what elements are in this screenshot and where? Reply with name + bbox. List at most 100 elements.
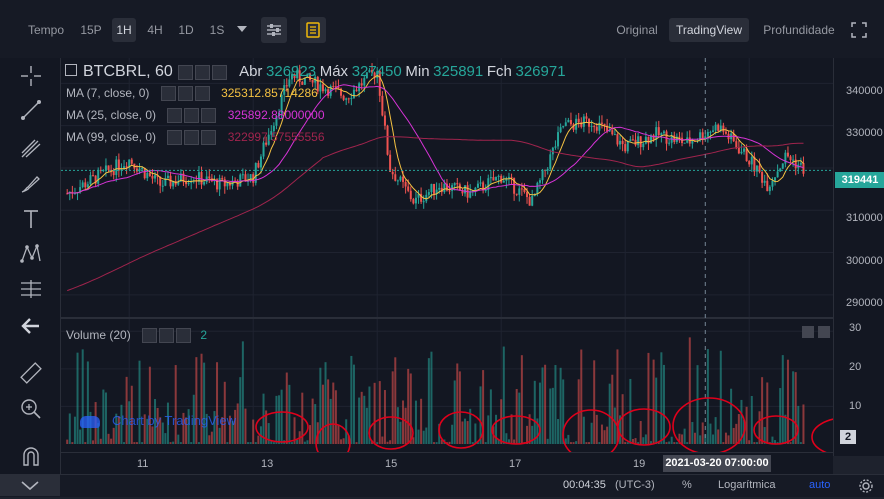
gear-icon[interactable] bbox=[858, 478, 874, 494]
close-icon[interactable] bbox=[194, 86, 210, 102]
annotation-circle bbox=[438, 411, 484, 449]
volume-bar bbox=[585, 442, 588, 444]
eye-icon[interactable] bbox=[167, 130, 183, 146]
pattern-icon[interactable] bbox=[18, 241, 44, 267]
collapse-icon[interactable] bbox=[65, 64, 77, 76]
price-axis[interactable]: 340000 330000 310000 300000 290000 31944… bbox=[833, 58, 884, 456]
eye-icon[interactable] bbox=[167, 108, 183, 124]
candle-body bbox=[430, 183, 433, 193]
candle-body bbox=[500, 175, 503, 183]
indicator-settings-button[interactable] bbox=[261, 17, 287, 43]
price-tick: 330000 bbox=[846, 127, 883, 139]
settings-icon[interactable] bbox=[184, 108, 200, 124]
timezone[interactable]: (UTC-3) bbox=[615, 479, 655, 491]
magnet-icon[interactable] bbox=[18, 443, 44, 469]
volume-bar bbox=[257, 435, 260, 444]
close-icon[interactable] bbox=[212, 65, 228, 81]
pitchfork-icon[interactable] bbox=[18, 135, 44, 161]
candle-body bbox=[112, 170, 115, 176]
view-tradingview[interactable]: TradingView bbox=[669, 18, 749, 42]
prediction-icon[interactable] bbox=[18, 276, 44, 302]
trend-line-icon[interactable] bbox=[18, 97, 44, 123]
interval-1d[interactable]: 1D bbox=[174, 18, 198, 42]
interval-4h[interactable]: 4H bbox=[143, 18, 167, 42]
watermark[interactable]: Chart by TradingView bbox=[80, 413, 236, 428]
ruler-icon[interactable] bbox=[18, 360, 44, 386]
zoom-in-icon[interactable] bbox=[18, 396, 44, 422]
arrow-left-icon[interactable] bbox=[18, 313, 44, 339]
volume-bar bbox=[451, 424, 454, 444]
volume-bar bbox=[642, 437, 645, 444]
candle-body bbox=[626, 141, 629, 152]
candle-body bbox=[383, 115, 386, 126]
chevron-down-icon[interactable] bbox=[237, 26, 247, 32]
auto-toggle[interactable]: auto bbox=[809, 479, 830, 491]
interval-tempo[interactable]: Tempo bbox=[22, 18, 70, 42]
interval-15p[interactable]: 15P bbox=[78, 18, 104, 42]
crosshair-icon[interactable] bbox=[18, 63, 44, 89]
pane-up-icon[interactable] bbox=[802, 326, 814, 338]
eye-icon[interactable] bbox=[142, 328, 158, 344]
candle-body bbox=[745, 148, 748, 162]
volume-bar bbox=[391, 371, 394, 444]
log-toggle[interactable]: Logarítmica bbox=[718, 479, 775, 491]
volume-bar bbox=[544, 364, 547, 444]
close-icon[interactable] bbox=[201, 108, 217, 124]
candle-body bbox=[717, 124, 720, 131]
volume-bar bbox=[112, 427, 115, 444]
volume-bar bbox=[567, 434, 570, 444]
volume-bar bbox=[404, 407, 407, 444]
settings-icon[interactable] bbox=[195, 65, 211, 81]
candle-body bbox=[735, 141, 738, 148]
view-original[interactable]: Original bbox=[610, 18, 664, 42]
candle-body bbox=[130, 159, 133, 164]
pane-maximize-icon[interactable] bbox=[818, 326, 830, 338]
percent-toggle[interactable]: % bbox=[682, 479, 692, 491]
volume-bar bbox=[92, 440, 95, 444]
notes-button[interactable] bbox=[300, 17, 326, 43]
interval-1h[interactable]: 1H bbox=[112, 18, 136, 42]
volume-bar bbox=[68, 413, 71, 444]
candle-body bbox=[660, 133, 663, 136]
eye-icon[interactable] bbox=[160, 86, 176, 102]
volume-bar bbox=[311, 398, 314, 444]
volume-bar bbox=[458, 371, 461, 444]
ma25-value: 325892.88000000 bbox=[227, 108, 325, 122]
candle-body bbox=[221, 178, 224, 180]
settings-icon[interactable] bbox=[177, 86, 193, 102]
settings-icon[interactable] bbox=[184, 130, 200, 146]
candle-body bbox=[386, 125, 389, 155]
collapse-button[interactable] bbox=[0, 475, 60, 496]
volume-bar bbox=[466, 421, 469, 444]
volume-legend: Volume (20) 2 bbox=[66, 328, 207, 344]
volume-bar bbox=[125, 376, 128, 444]
candle-body bbox=[637, 136, 640, 146]
volume-bar bbox=[355, 442, 358, 444]
brush-icon[interactable] bbox=[18, 171, 44, 197]
ma25-legend: MA (25, close, 0) 325892.88000000 bbox=[66, 108, 325, 124]
volume-bar bbox=[141, 442, 144, 444]
volume-bar bbox=[123, 442, 126, 444]
settings-icon[interactable] bbox=[159, 328, 175, 344]
fullscreen-icon[interactable] bbox=[849, 20, 869, 40]
watermark-text: Chart by TradingView bbox=[112, 413, 237, 428]
view-depth[interactable]: Profundidade bbox=[757, 18, 841, 42]
text-tool-icon[interactable] bbox=[18, 206, 44, 232]
candle-body bbox=[443, 183, 446, 193]
volume-bar bbox=[381, 436, 384, 444]
close-icon[interactable] bbox=[176, 328, 192, 344]
time-axis[interactable]: 11 13 15 17 19 2021-03-20 07:00:00 bbox=[61, 452, 833, 475]
close-icon[interactable] bbox=[201, 130, 217, 146]
interval-1s[interactable]: 1S bbox=[205, 18, 229, 42]
volume-tick: 30 bbox=[849, 322, 862, 334]
candle-body bbox=[763, 180, 766, 183]
volume-bar bbox=[559, 367, 562, 444]
volume-bar bbox=[750, 396, 753, 444]
volume-bar bbox=[748, 440, 751, 444]
eye-icon[interactable] bbox=[178, 65, 194, 81]
candle-body bbox=[502, 180, 505, 183]
candle-body bbox=[200, 172, 203, 185]
volume-bar bbox=[520, 355, 523, 444]
volume-bar bbox=[719, 350, 722, 444]
candle-body bbox=[414, 197, 417, 204]
